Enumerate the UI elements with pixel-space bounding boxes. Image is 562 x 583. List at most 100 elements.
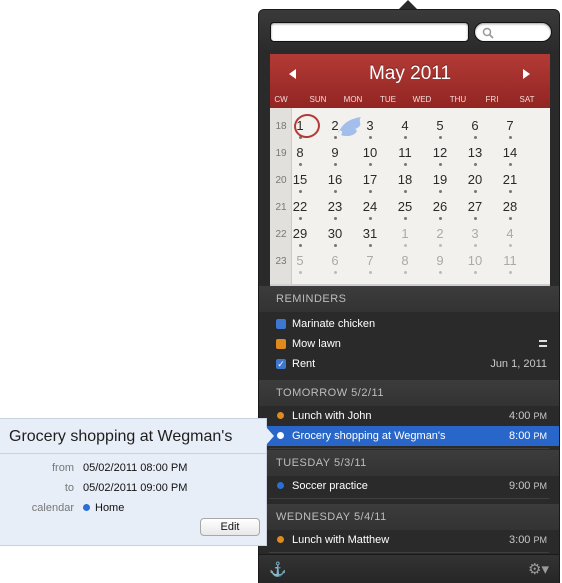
calendar-day[interactable]: 20: [457, 172, 493, 187]
event-row[interactable]: Lunch with Matthew 3:00 PM: [259, 530, 559, 550]
next-month-button[interactable]: [523, 69, 530, 79]
calendar-day[interactable]: 14: [492, 145, 528, 160]
to-value: 05/02/2011 09:00 PM: [83, 482, 188, 494]
event-dot: [369, 271, 372, 274]
calendar-day[interactable]: 10: [352, 145, 388, 160]
event-popover: Grocery shopping at Wegman's from 05/02/…: [0, 418, 267, 546]
calendar-day[interactable]: 6: [317, 253, 353, 268]
reminders-header: REMINDERS: [259, 286, 559, 312]
calendar-label: calendar: [31, 502, 74, 514]
calendar-day[interactable]: 31: [352, 226, 388, 241]
event-dot: [509, 190, 512, 193]
month-title: May 2011: [368, 63, 452, 84]
calendar-day[interactable]: 24: [352, 199, 388, 214]
edit-button[interactable]: Edit: [200, 518, 260, 536]
section-separator: [269, 552, 549, 553]
menu-lines-icon[interactable]: [539, 340, 547, 347]
calendar-day[interactable]: 9: [422, 253, 458, 268]
calendar-day[interactable]: 1: [387, 226, 423, 241]
calendar-day[interactable]: 17: [352, 172, 388, 187]
calendar-day[interactable]: 12: [422, 145, 458, 160]
calendar-day[interactable]: 15: [282, 172, 318, 187]
reminder-item[interactable]: ✓ Rent Jun 1, 2011: [259, 354, 559, 374]
calendar-day[interactable]: 11: [492, 253, 528, 268]
event-time: 3:00 PM: [509, 534, 547, 546]
event-dot: [369, 217, 372, 220]
calendar-value: Home: [83, 502, 124, 514]
event-row[interactable]: Soccer practice 9:00 PM: [259, 476, 559, 496]
calendar-day[interactable]: 2: [422, 226, 458, 241]
calendar-day[interactable]: 22: [282, 199, 318, 214]
app-root: May 2011 CW SUN MON TUE WED THU FRI SAT 18 1 2 3 4 5…: [0, 0, 562, 583]
calendar-day[interactable]: 5: [282, 253, 318, 268]
reminder-checkbox[interactable]: [276, 339, 286, 349]
calendar-color-dot: [83, 504, 90, 511]
event-dot: [404, 244, 407, 247]
event-dot: [369, 136, 372, 139]
calendar-day[interactable]: 13: [457, 145, 493, 160]
weekday-label: SAT: [519, 95, 535, 104]
calendar-day[interactable]: 21: [492, 172, 528, 187]
calendar-day[interactable]: 30: [317, 226, 353, 241]
calendar-day[interactable]: 29: [282, 226, 318, 241]
event-row[interactable]: Lunch with John 4:00 PM: [259, 406, 559, 426]
calendar-day[interactable]: 3: [457, 226, 493, 241]
calendar-name: Home: [95, 502, 125, 514]
event-dot: [334, 163, 337, 166]
event-title: Soccer practice: [292, 480, 368, 492]
reminder-checkbox[interactable]: [276, 319, 286, 329]
reminder-checkbox-checked[interactable]: ✓: [276, 359, 286, 369]
calendar-day[interactable]: 28: [492, 199, 528, 214]
from-label: from: [52, 462, 74, 474]
event-dot: [369, 244, 372, 247]
reminder-label: Mow lawn: [292, 338, 341, 350]
to-label: to: [64, 482, 74, 494]
event-calendar-dot: [277, 412, 284, 419]
calendar-day[interactable]: 18: [387, 172, 423, 187]
event-calendar-dot: [277, 482, 284, 489]
calendar-day[interactable]: 8: [387, 253, 423, 268]
calendar-day[interactable]: 23: [317, 199, 353, 214]
fantastical-panel: May 2011 CW SUN MON TUE WED THU FRI SAT 18 1 2 3 4 5…: [259, 10, 559, 583]
event-dot: [299, 217, 302, 220]
calendar-day[interactable]: 7: [352, 253, 388, 268]
calendar-day[interactable]: 4: [387, 118, 423, 133]
event-time: 8:00 PM: [509, 430, 547, 442]
event-calendar-dot: [277, 536, 284, 543]
reminder-label: Marinate chicken: [292, 318, 376, 330]
event-dot: [509, 163, 512, 166]
calendar-day[interactable]: 4: [492, 226, 528, 241]
calendar-day[interactable]: 10: [457, 253, 493, 268]
search-input[interactable]: [474, 22, 552, 42]
event-title: Grocery shopping at Wegman's: [9, 428, 233, 445]
event-dot: [439, 190, 442, 193]
calendar-day[interactable]: 27: [457, 199, 493, 214]
calendar-day[interactable]: 25: [387, 199, 423, 214]
event-time: 4:00 PM: [509, 410, 547, 422]
calendar-day[interactable]: 7: [492, 118, 528, 133]
event-row-selected[interactable]: Grocery shopping at Wegman's 8:00 PM: [259, 426, 559, 446]
gear-icon[interactable]: ⚙▾: [528, 560, 549, 578]
event-dot: [334, 271, 337, 274]
event-dot: [474, 217, 477, 220]
calendar-day[interactable]: 26: [422, 199, 458, 214]
quick-entry-input[interactable]: [270, 22, 469, 42]
event-dot: [509, 244, 512, 247]
calendar-day[interactable]: 5: [422, 118, 458, 133]
calendar-day[interactable]: 11: [387, 145, 423, 160]
calendar-day[interactable]: 19: [422, 172, 458, 187]
calendar-day[interactable]: 9: [317, 145, 353, 160]
event-dot: [509, 136, 512, 139]
event-time-ampm: PM: [533, 481, 548, 491]
event-time-ampm: PM: [533, 431, 548, 441]
weekday-label: MON: [343, 95, 363, 104]
anchor-icon[interactable]: ⚓: [269, 561, 286, 578]
event-dot: [509, 217, 512, 220]
reminder-item[interactable]: Marinate chicken: [259, 314, 559, 334]
calendar-day[interactable]: 6: [457, 118, 493, 133]
event-time-value: 3:00: [509, 534, 531, 546]
calendar-day[interactable]: 8: [282, 145, 318, 160]
reminder-item[interactable]: Mow lawn: [259, 334, 559, 354]
calendar-day[interactable]: 16: [317, 172, 353, 187]
mini-calendar: May 2011 CW SUN MON TUE WED THU FRI SAT 18 1 2 3 4 5…: [270, 54, 550, 284]
